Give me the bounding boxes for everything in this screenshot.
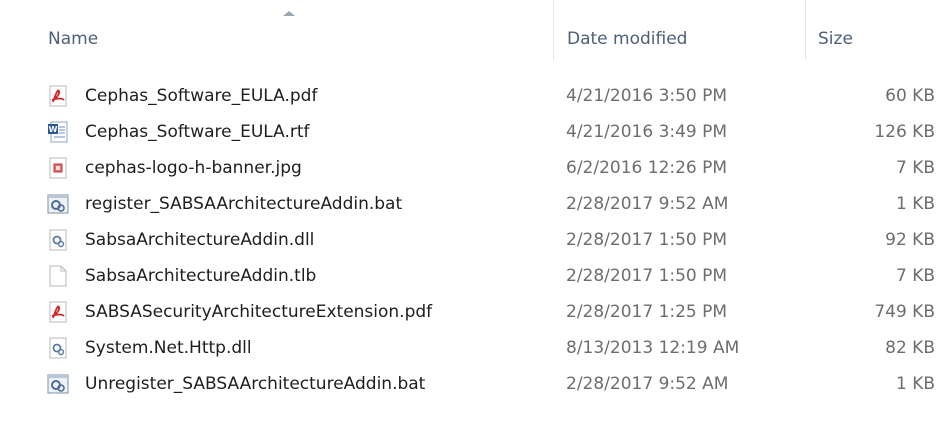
file-date-modified: 2/28/2017 1:50 PM — [566, 230, 728, 250]
file-row[interactable]: Unregister_SABSAArchitectureAddin.bat 2/… — [0, 366, 941, 402]
file-name: SabsaArchitectureAddin.tlb — [85, 266, 317, 286]
file-row[interactable]: SABSASecurityArchitectureExtension.pdf 2… — [0, 294, 941, 330]
batch-file-icon — [47, 373, 69, 395]
word-document-icon: W — [47, 121, 69, 143]
column-header-name[interactable]: Name — [48, 24, 98, 54]
file-date-modified: 8/13/2013 12:19 AM — [566, 338, 740, 358]
file-row[interactable]: SabsaArchitectureAddin.dll 2/28/2017 1:5… — [0, 222, 941, 258]
file-name: Cephas_Software_EULA.rtf — [85, 122, 310, 142]
file-row[interactable]: Cephas_Software_EULA.pdf 4/21/2016 3:50 … — [0, 78, 941, 114]
file-name: register_SABSAArchitectureAddin.bat — [85, 194, 403, 214]
column-header-date-modified[interactable]: Date modified — [567, 24, 687, 54]
file-row[interactable]: System.Net.Http.dll 8/13/2013 12:19 AM 8… — [0, 330, 941, 366]
file-name: SABSASecurityArchitectureExtension.pdf — [85, 302, 433, 322]
file-size: 92 KB — [885, 230, 935, 250]
file-date-modified: 2/28/2017 9:52 AM — [566, 194, 729, 214]
file-date-modified: 4/21/2016 3:50 PM — [566, 86, 728, 106]
file-size: 749 KB — [874, 302, 935, 322]
batch-file-icon — [47, 193, 69, 215]
blank-file-icon — [47, 265, 69, 287]
column-header: Name Date modified Size — [0, 0, 941, 76]
dll-file-icon — [47, 337, 69, 359]
column-divider[interactable] — [553, 0, 554, 60]
file-name: cephas-logo-h-banner.jpg — [85, 158, 302, 178]
file-row[interactable]: W Cephas_Software_EULA.rtf 4/21/2016 3:4… — [0, 114, 941, 150]
file-size: 126 KB — [874, 122, 935, 142]
file-name: Unregister_SABSAArchitectureAddin.bat — [85, 374, 426, 394]
file-date-modified: 6/2/2016 12:26 PM — [566, 158, 728, 178]
image-file-icon — [47, 157, 69, 179]
file-size: 7 KB — [895, 266, 935, 286]
column-header-size[interactable]: Size — [818, 24, 853, 54]
file-size: 82 KB — [885, 338, 935, 358]
file-name: Cephas_Software_EULA.pdf — [85, 86, 318, 106]
file-size: 60 KB — [885, 86, 935, 106]
sort-ascending-icon[interactable] — [283, 11, 295, 16]
file-row[interactable]: cephas-logo-h-banner.jpg 6/2/2016 12:26 … — [0, 150, 941, 186]
file-name: SabsaArchitectureAddin.dll — [85, 230, 315, 250]
pdf-file-icon — [47, 85, 69, 107]
file-size: 1 KB — [895, 374, 935, 394]
file-date-modified: 2/28/2017 1:50 PM — [566, 266, 728, 286]
file-row[interactable]: register_SABSAArchitectureAddin.bat 2/28… — [0, 186, 941, 222]
column-divider[interactable] — [805, 0, 806, 60]
file-date-modified: 2/28/2017 9:52 AM — [566, 374, 729, 394]
pdf-file-icon — [47, 301, 69, 323]
dll-file-icon — [47, 229, 69, 251]
file-size: 7 KB — [895, 158, 935, 178]
svg-text:W: W — [49, 125, 58, 134]
file-size: 1 KB — [895, 194, 935, 214]
file-date-modified: 4/21/2016 3:49 PM — [566, 122, 728, 142]
file-row[interactable]: SabsaArchitectureAddin.tlb 2/28/2017 1:5… — [0, 258, 941, 294]
file-name: System.Net.Http.dll — [85, 338, 252, 358]
file-date-modified: 2/28/2017 1:25 PM — [566, 302, 728, 322]
